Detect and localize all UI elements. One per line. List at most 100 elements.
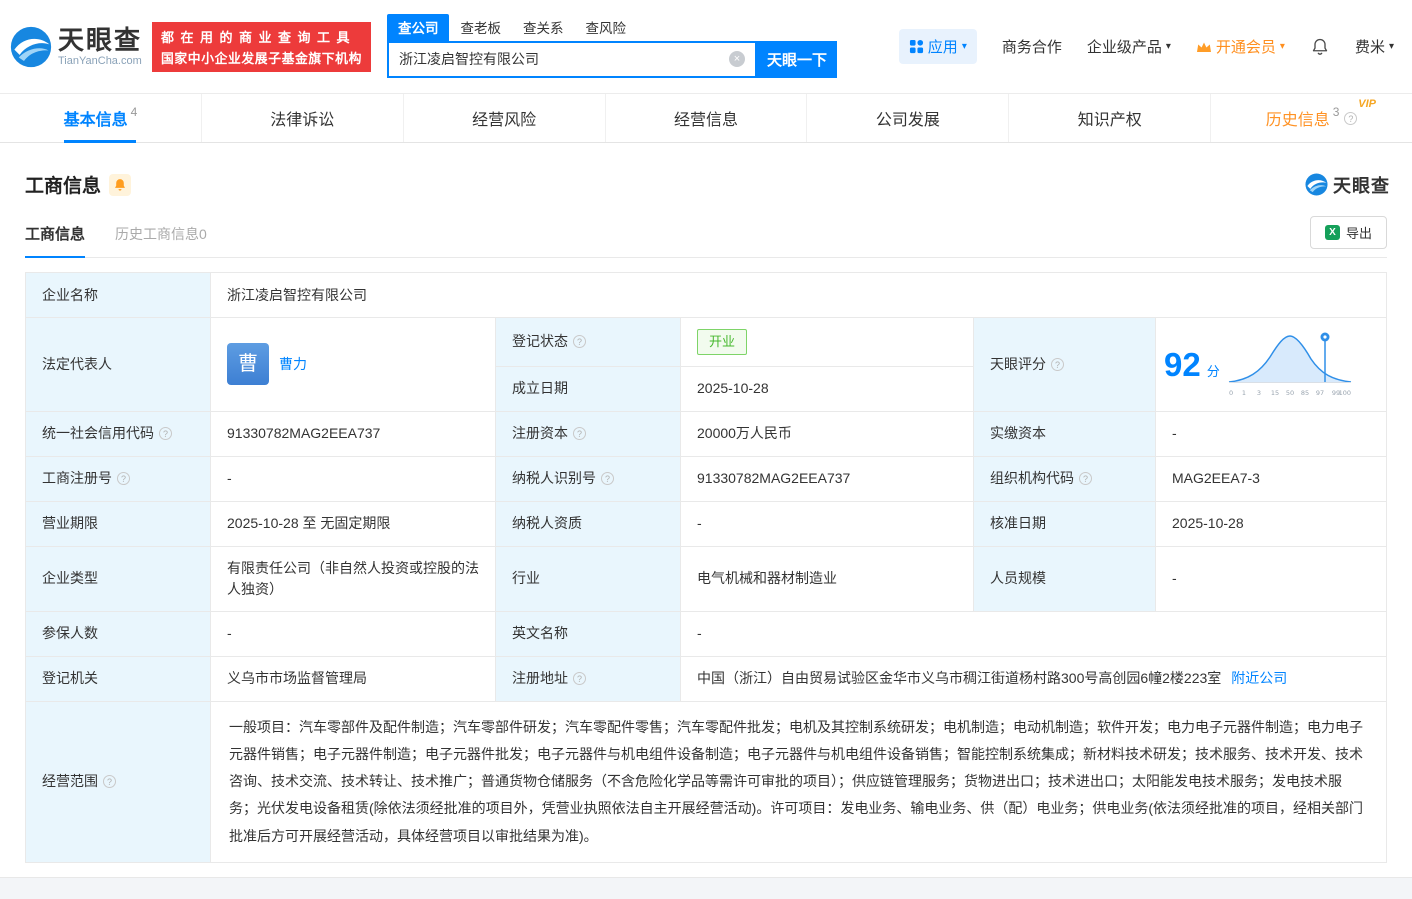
label-text: 组织机构代码: [990, 468, 1074, 489]
subtab-row: 工商信息 历史工商信息0 X 导出: [25, 216, 1387, 258]
label-text: 行业: [512, 568, 540, 589]
user-menu[interactable]: 费米 ▾: [1355, 36, 1394, 57]
field-label-score: 天眼评分 ?: [974, 318, 1156, 412]
enterprise-products-menu[interactable]: 企业级产品 ▾: [1087, 36, 1171, 57]
apps-grid-icon: [909, 39, 924, 54]
legal-rep-avatar[interactable]: 曹: [227, 343, 269, 385]
tab-company-development[interactable]: 公司发展: [807, 94, 1009, 142]
score-number: 92: [1164, 340, 1201, 390]
subscribe-bell-button[interactable]: [109, 174, 131, 196]
label-text: 纳税人识别号: [512, 468, 596, 489]
section-brand-logo: 天眼查: [1305, 172, 1390, 198]
field-label-reg-number: 工商注册号 ?: [26, 457, 211, 502]
open-membership-menu[interactable]: 开通会员 ▾: [1196, 36, 1285, 57]
label-text: 注册地址: [512, 668, 568, 689]
score-axis-tick: 100: [1338, 389, 1350, 397]
value-text: 2025-10-28: [1172, 513, 1244, 534]
tab-basic-info[interactable]: 基本信息 4: [0, 94, 202, 142]
score-distribution-chart: 0 1 3 15 50 85 97 99 100: [1226, 328, 1354, 400]
label-text: 英文名称: [512, 623, 568, 644]
label-text: 实缴资本: [990, 423, 1046, 444]
export-button[interactable]: X 导出: [1310, 216, 1387, 249]
field-label-english-name: 英文名称: [496, 612, 681, 657]
chevron-down-icon: ▾: [962, 41, 967, 52]
scope-text: 一般项目：汽车零部件及配件制造；汽车零部件研发；汽车零配件零售；汽车零配件批发；…: [229, 719, 1363, 844]
search-tab-relation[interactable]: 查关系: [512, 14, 575, 41]
field-value-insured-count: -: [211, 612, 496, 657]
field-value-company-name: 浙江凌启智控有限公司: [211, 273, 1387, 318]
value-text: 20000万人民币: [697, 423, 792, 444]
chevron-down-icon: ▾: [1389, 41, 1394, 52]
subtab-business-info[interactable]: 工商信息: [25, 223, 85, 257]
label-text: 统一社会信用代码: [42, 423, 154, 444]
chevron-down-icon: ▾: [1166, 41, 1171, 52]
search-tab-company[interactable]: 查公司: [387, 14, 450, 41]
info-icon[interactable]: ?: [573, 427, 586, 440]
field-label-approval-date: 核准日期: [974, 502, 1156, 547]
field-label-reg-status: 登记状态 ?: [496, 318, 681, 367]
apps-menu[interactable]: 应用 ▾: [899, 29, 977, 64]
field-value-industry: 电气机械和器材制造业: [681, 547, 974, 612]
section-title: 工商信息: [25, 171, 101, 198]
chevron-down-icon: ▾: [1280, 41, 1285, 52]
help-icon[interactable]: ?: [1344, 112, 1357, 125]
value-text: 2025-10-28: [697, 378, 769, 399]
score-unit: 分: [1207, 362, 1220, 382]
field-value-taxpayer-id: 91330782MAG2EEA737: [681, 457, 974, 502]
field-label-taxpayer-id: 纳税人识别号 ?: [496, 457, 681, 502]
tab-intellectual-property[interactable]: 知识产权: [1009, 94, 1211, 142]
info-icon[interactable]: ?: [601, 472, 614, 485]
info-icon[interactable]: ?: [117, 472, 130, 485]
nearby-companies-link[interactable]: 附近公司: [1231, 668, 1287, 689]
value-text: -: [697, 513, 702, 534]
field-value-org-code: MAG2EEA7-3: [1156, 457, 1387, 502]
search-tab-risk[interactable]: 查风险: [574, 14, 637, 41]
business-cooperation-menu[interactable]: 商务合作: [1002, 36, 1062, 57]
search-button[interactable]: 天眼一下: [757, 41, 837, 78]
tianyancha-logo-icon: [1305, 173, 1328, 196]
search-input[interactable]: [389, 51, 729, 67]
field-value-reg-status: 开业: [681, 318, 974, 367]
top-header: 天眼查 TianYanCha.com 都在用的商业查询工具 国家中小企业发展子基…: [0, 0, 1412, 93]
search-tab-boss[interactable]: 查老板: [449, 14, 512, 41]
tab-operational-risk[interactable]: 经营风险: [404, 94, 606, 142]
field-label-org-code: 组织机构代码 ?: [974, 457, 1156, 502]
value-text: 电气机械和器材制造业: [697, 568, 837, 589]
clear-search-icon[interactable]: ×: [729, 51, 745, 67]
value-text: 2025-10-28 至 无固定期限: [227, 513, 390, 534]
logo-domain: TianYanCha.com: [58, 55, 142, 67]
slogan-line1: 都在用的商业查询工具: [161, 27, 362, 46]
field-label-taxpayer-quality: 纳税人资质: [496, 502, 681, 547]
legal-rep-link[interactable]: 曹力: [279, 354, 307, 375]
tab-history-info[interactable]: VIP 历史信息 3 ?: [1211, 94, 1412, 142]
site-logo[interactable]: 天眼查 TianYanCha.com: [10, 26, 142, 68]
field-label-company-type: 企业类型: [26, 547, 211, 612]
field-value-reg-number: -: [211, 457, 496, 502]
value-text: 有限责任公司（非自然人投资或控股的法人独资）: [227, 558, 479, 600]
label-text: 营业期限: [42, 513, 98, 534]
info-icon[interactable]: ?: [1079, 472, 1092, 485]
notifications-button[interactable]: [1310, 37, 1330, 57]
tianyancha-logo-icon: [10, 26, 52, 68]
field-value-taxpayer-quality: -: [681, 502, 974, 547]
score-axis-tick: 3: [1257, 389, 1261, 397]
score-axis-tick: 15: [1271, 389, 1279, 397]
info-icon[interactable]: ?: [159, 427, 172, 440]
info-icon[interactable]: ?: [103, 775, 116, 788]
info-icon[interactable]: ?: [573, 335, 586, 348]
tab-business-info[interactable]: 经营信息: [606, 94, 808, 142]
value-text: -: [227, 468, 232, 489]
value-text: 91330782MAG2EEA737: [697, 468, 850, 489]
info-icon[interactable]: ?: [1051, 358, 1064, 371]
field-value-established: 2025-10-28: [681, 367, 974, 412]
label-text: 企业名称: [42, 285, 98, 306]
info-icon[interactable]: ?: [573, 672, 586, 685]
slogan-banner: 都在用的商业查询工具 国家中小企业发展子基金旗下机构: [152, 22, 371, 72]
search-box: ×: [387, 41, 757, 78]
tab-legal-proceedings[interactable]: 法律诉讼: [202, 94, 404, 142]
username-label: 费米: [1355, 36, 1385, 57]
subtab-history-business-info[interactable]: 历史工商信息0: [115, 224, 207, 257]
vip-badge: VIP: [1358, 98, 1376, 110]
field-label-business-scope: 经营范围 ?: [26, 702, 211, 863]
section-header: 工商信息 天眼查: [25, 171, 1390, 198]
